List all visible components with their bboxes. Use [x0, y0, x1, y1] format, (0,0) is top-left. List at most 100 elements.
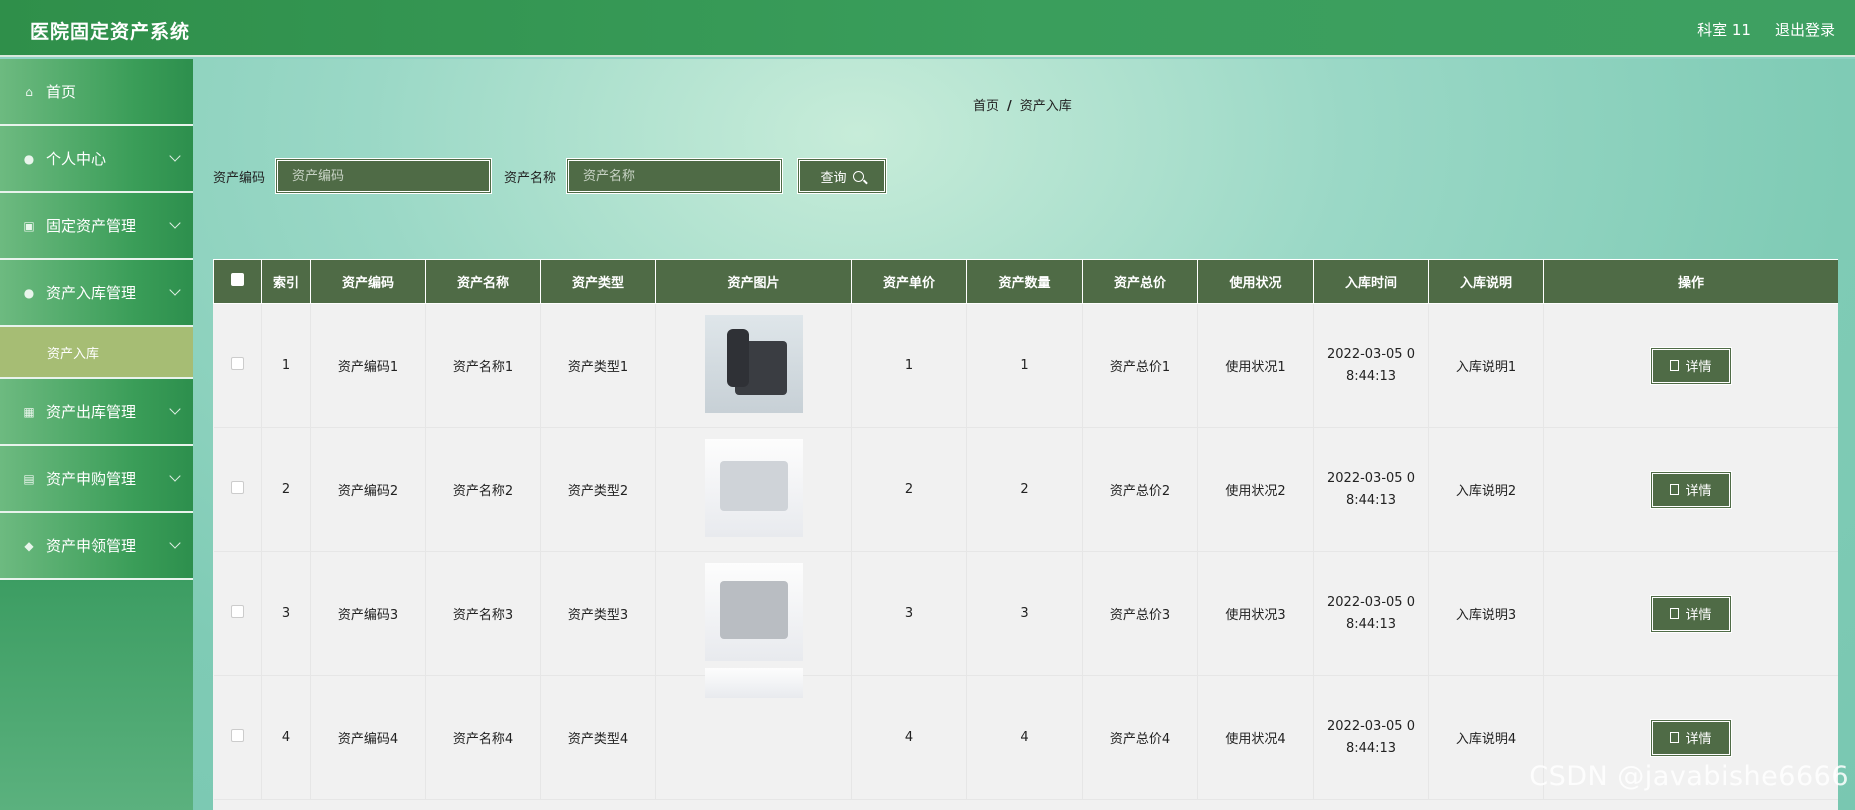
time-line-1: 2022-03-05 0 [1327, 594, 1415, 610]
header-actions: 科室 11 退出登录 [1697, 19, 1835, 40]
detail-button-label: 详情 [1685, 608, 1712, 623]
cell-qty: 3 [966, 551, 1083, 676]
row-checkbox[interactable] [230, 481, 244, 494]
cell-status: 使用状况1 [1197, 303, 1314, 428]
cell-code: 资产编码3 [310, 551, 426, 676]
breadcrumb-home[interactable]: 首页 [973, 99, 999, 114]
column-header: 入库时间 [1313, 259, 1429, 304]
user-icon: ● [23, 151, 35, 166]
column-header: 入库说明 [1428, 259, 1544, 304]
search-bar: 资产编码 资产名称 查询 [213, 158, 888, 194]
column-header: 索引 [261, 259, 311, 304]
column-header: 使用状况 [1197, 259, 1314, 304]
cell-qty: 2 [966, 427, 1083, 552]
cell-index: 3 [261, 551, 311, 676]
column-header: 资产总价 [1082, 259, 1198, 304]
checkbox[interactable] [231, 273, 244, 286]
detail-button-label: 详情 [1685, 360, 1712, 375]
cell-total: 资产总价1 [1082, 303, 1198, 428]
column-header: 资产编码 [310, 259, 426, 304]
cell-status: 使用状况3 [1197, 551, 1314, 676]
cell-type: 资产类型1 [540, 303, 656, 428]
sidebar-item-label: 资产申购管理 [46, 470, 137, 488]
row-checkbox[interactable] [230, 357, 244, 370]
sidebar-item-label: 个人中心 [46, 150, 107, 168]
select-all-checkbox[interactable] [213, 259, 262, 304]
column-header: 操作 [1543, 259, 1838, 304]
sidebar-item-label: 资产申领管理 [46, 537, 137, 555]
cell-status: 使用状况4 [1197, 675, 1314, 800]
pin-icon: ◆ [24, 538, 34, 553]
cell-price: 3 [851, 551, 967, 676]
cell-time: 2022-03-05 0 8:44:13 [1313, 427, 1429, 552]
chevron-down-icon [169, 150, 181, 162]
detail-button[interactable]: 详情 [1650, 470, 1732, 509]
cell-type: 资产类型4 [540, 675, 656, 800]
table-row: 3 资产编码3 资产名称3 资产类型3 3 3 资产总价3 使用状况3 2022… [213, 551, 1838, 676]
sidebar-item-asset-requisition[interactable]: ◆ 资产申领管理 [0, 513, 193, 580]
sidebar-item-personal-center[interactable]: ● 个人中心 [0, 126, 193, 193]
asset-image-printer [704, 562, 803, 661]
sidebar-item-label: 资产出库管理 [46, 403, 137, 421]
time-line-2: 8:44:13 [1345, 740, 1397, 756]
document-icon [1670, 608, 1680, 619]
sidebar-item-home[interactable]: ⌂ 首页 [0, 59, 193, 126]
cell-index: 1 [261, 303, 311, 428]
asset-name-label: 资产名称 [504, 170, 557, 186]
asset-table: 索引 资产编码 资产名称 资产类型 资产图片 资产单价 资产数量 资产总价 使用… [213, 259, 1838, 810]
cell-total: 资产总价4 [1082, 675, 1198, 800]
sidebar-item-asset-inbound[interactable]: ● 资产入库管理 [0, 260, 193, 327]
cell-note: 入库说明1 [1428, 303, 1544, 428]
time-line-2: 8:44:13 [1345, 492, 1397, 508]
asset-code-label: 资产编码 [213, 170, 266, 186]
clipboard-icon: ▤ [23, 471, 35, 486]
cell-time: 2022-03-05 0 8:44:13 [1313, 551, 1429, 676]
chevron-down-icon [169, 217, 181, 229]
sidebar-subitem-asset-inbound[interactable]: 资产入库 [0, 327, 193, 379]
sidebar-item-fixed-assets[interactable]: ▣ 固定资产管理 [0, 193, 193, 260]
cell-total: 资产总价2 [1082, 427, 1198, 552]
detail-button-label: 详情 [1685, 484, 1712, 499]
query-button-label: 查询 [820, 170, 847, 186]
cell-name: 资产名称4 [425, 675, 541, 800]
chevron-down-icon [169, 537, 181, 549]
detail-button[interactable]: 详情 [1650, 346, 1732, 385]
sidebar-item-label: 首页 [46, 83, 77, 101]
row-checkbox[interactable] [230, 729, 244, 742]
asset-code-input[interactable] [275, 158, 493, 194]
cell-price: 1 [851, 303, 967, 428]
detail-button[interactable]: 详情 [1650, 594, 1732, 633]
cell-type: 资产类型3 [540, 551, 656, 676]
cell-type: 资产类型2 [540, 427, 656, 552]
cell-qty: 1 [966, 303, 1083, 428]
cell-status: 使用状况2 [1197, 427, 1314, 552]
cell-note: 入库说明4 [1428, 675, 1544, 800]
cell-qty: 4 [966, 675, 1083, 800]
cell-price: 2 [851, 427, 967, 552]
watermark: CSDN @javabishe6666 [1529, 761, 1849, 792]
chevron-down-icon [169, 284, 181, 296]
sidebar-item-asset-purchase[interactable]: ▤ 资产申购管理 [0, 446, 193, 513]
cell-time: 2022-03-05 0 8:44:13 [1313, 675, 1429, 800]
cell-note: 入库说明3 [1428, 551, 1544, 676]
cell-name: 资产名称3 [425, 551, 541, 676]
sidebar-item-asset-outbound[interactable]: ▦ 资产出库管理 [0, 379, 193, 446]
cell-index: 4 [261, 675, 311, 800]
sidebar-item-label: 资产入库管理 [46, 284, 137, 302]
document-icon [1670, 484, 1680, 495]
asset-image-telephone [704, 314, 803, 413]
top-header: 医院固定资产系统 科室 11 退出登录 [0, 0, 1855, 57]
user-icon: ● [23, 285, 35, 300]
logout-link[interactable]: 退出登录 [1775, 19, 1835, 40]
time-line-1: 2022-03-05 0 [1327, 346, 1415, 362]
detail-button-label: 详情 [1685, 732, 1712, 747]
breadcrumb-current: 资产入库 [1019, 99, 1072, 114]
query-button[interactable]: 查询 [797, 158, 888, 194]
table-row: 1 资产编码1 资产名称1 资产类型1 1 1 资产总价1 使用状况1 2022… [213, 303, 1838, 428]
chevron-down-icon [169, 403, 181, 415]
row-checkbox[interactable] [230, 605, 244, 618]
chevron-down-icon [169, 470, 181, 482]
cell-code: 资产编码2 [310, 427, 426, 552]
detail-button[interactable]: 详情 [1650, 718, 1732, 757]
asset-name-input[interactable] [566, 158, 784, 194]
